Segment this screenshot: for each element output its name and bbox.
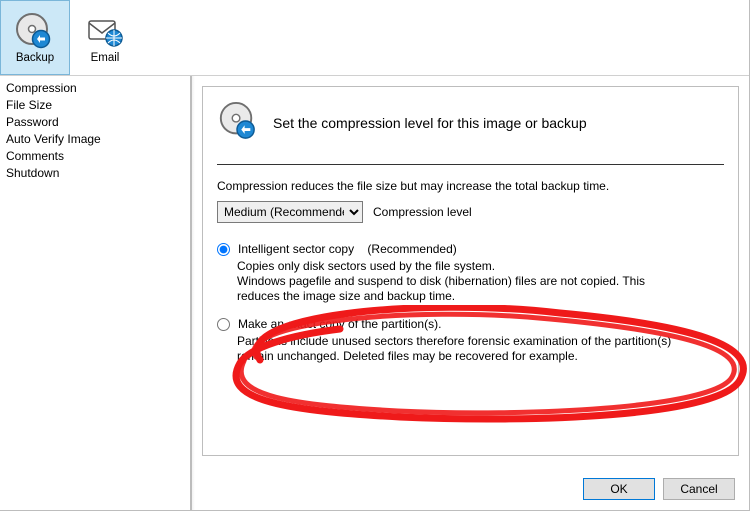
toolbar-button-backup[interactable]: Backup <box>0 0 70 75</box>
toolbar: Backup Email <box>0 0 749 76</box>
sidebar-item-auto-verify[interactable]: Auto Verify Image <box>0 131 190 148</box>
toolbar-button-label: Backup <box>16 52 54 64</box>
radio-intelligent-sector[interactable] <box>217 243 230 256</box>
radio-label-intelligent[interactable]: Intelligent sector copy (Recommended) <box>238 241 457 257</box>
sidebar-item-compression[interactable]: Compression <box>0 80 190 97</box>
panel-heading: Set the compression level for this image… <box>273 115 587 131</box>
settings-sidebar: Compression File Size Password Auto Veri… <box>0 76 192 510</box>
divider <box>217 164 724 165</box>
radio-label-exact[interactable]: Make an exact copy of the partition(s). <box>238 316 441 332</box>
radio-exact-copy[interactable] <box>217 318 230 331</box>
sidebar-item-shutdown[interactable]: Shutdown <box>0 165 190 182</box>
sidebar-item-file-size[interactable]: File Size <box>0 97 190 114</box>
main-panel-area: Set the compression level for this image… <box>192 76 749 510</box>
panel-description: Compression reduces the file size but ma… <box>217 179 724 193</box>
sidebar-item-password[interactable]: Password <box>0 114 190 131</box>
disk-backup-icon <box>13 12 57 50</box>
toolbar-button-label: Email <box>91 52 120 64</box>
ok-button[interactable]: OK <box>583 478 655 500</box>
option-intelligent-sector: Intelligent sector copy (Recommended) Co… <box>217 241 724 304</box>
dialog-window: Backup Email Compression File Size Passw… <box>0 0 750 511</box>
option-exact-copy: Make an exact copy of the partition(s). … <box>217 316 724 364</box>
compression-panel: Set the compression level for this image… <box>202 86 739 456</box>
disk-icon <box>217 101 257 144</box>
toolbar-button-email[interactable]: Email <box>70 0 140 75</box>
radio-desc-exact: Partitions include unused sectors theref… <box>237 334 677 364</box>
dialog-button-bar: OK Cancel <box>583 478 735 500</box>
email-globe-icon <box>83 12 127 50</box>
compression-level-label: Compression level <box>373 205 472 219</box>
cancel-button[interactable]: Cancel <box>663 478 735 500</box>
sidebar-item-comments[interactable]: Comments <box>0 148 190 165</box>
compression-level-select[interactable]: Medium (Recommended) <box>217 201 363 223</box>
radio-desc-intelligent: Copies only disk sectors used by the fil… <box>237 259 677 304</box>
